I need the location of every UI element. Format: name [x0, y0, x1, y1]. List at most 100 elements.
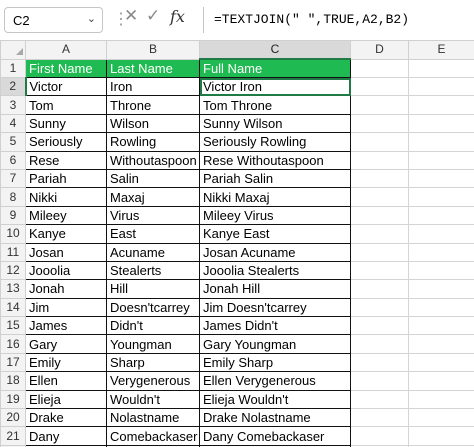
cell-e[interactable] [408, 408, 474, 428]
cell-b[interactable]: Withoutaspoon [106, 150, 200, 170]
cell-d[interactable] [350, 205, 409, 226]
cell-d[interactable] [350, 316, 409, 336]
cell-d[interactable] [350, 426, 409, 446]
cell-e[interactable] [408, 76, 474, 97]
cell-d[interactable] [350, 168, 409, 189]
cell-e[interactable] [408, 426, 474, 446]
cell-e[interactable] [408, 334, 474, 354]
cell-c[interactable]: Drake Nolastname [199, 408, 351, 428]
cell-a[interactable]: Gary [25, 334, 107, 354]
cell-e[interactable] [408, 242, 474, 262]
cell-b[interactable]: Throne [106, 95, 200, 115]
cell-d[interactable] [350, 132, 409, 152]
cell-b[interactable]: Wilson [106, 113, 200, 134]
cell-d[interactable] [350, 297, 409, 318]
row-number[interactable]: 19 [0, 389, 26, 410]
column-header-b[interactable]: B [106, 40, 200, 60]
cell-c[interactable]: Jooolia Stealerts [199, 260, 351, 281]
cell-d[interactable] [350, 279, 409, 299]
cell-d[interactable] [350, 260, 409, 281]
cell-a[interactable]: Drake [25, 408, 107, 428]
cell-b[interactable]: Doesn'tcarrey [106, 297, 200, 318]
cell-c[interactable]: Ellen Verygenerous [199, 371, 351, 391]
cell-a[interactable]: James [25, 316, 107, 336]
cell-b[interactable]: Iron [106, 76, 200, 97]
column-header-a[interactable]: A [25, 40, 107, 60]
cell-b[interactable]: Salin [106, 168, 200, 189]
cell-b[interactable]: Virus [106, 205, 200, 226]
row-number[interactable]: 11 [0, 242, 26, 262]
cell-b[interactable]: Nolastname [106, 408, 200, 428]
name-box[interactable]: C2 ⌄ [4, 7, 103, 33]
cell-c[interactable]: Sunny Wilson [199, 113, 351, 134]
cell-b[interactable]: Youngman [106, 334, 200, 354]
cell-e[interactable] [408, 168, 474, 189]
row-number[interactable]: 16 [0, 334, 26, 354]
cell-d[interactable] [350, 334, 409, 354]
cell-a[interactable]: Kanye [25, 224, 107, 244]
cell-b[interactable]: East [106, 224, 200, 244]
cell-d[interactable] [350, 371, 409, 391]
cell-d[interactable] [350, 113, 409, 134]
cell-c[interactable]: Seriously Rowling [199, 132, 351, 152]
cell-b[interactable]: Last Name [106, 58, 200, 78]
row-number[interactable]: 3 [0, 95, 26, 115]
row-number[interactable]: 4 [0, 113, 26, 134]
row-number[interactable]: 18 [0, 371, 26, 391]
row-number[interactable]: 8 [0, 187, 26, 207]
cell-e[interactable] [408, 260, 474, 281]
cell-c[interactable]: Rese Withoutaspoon [199, 150, 351, 170]
cell-d[interactable] [350, 389, 409, 410]
cell-e[interactable] [408, 316, 474, 336]
cell-c[interactable]: Full Name [199, 58, 351, 78]
cell-c[interactable]: James Didn't [199, 316, 351, 336]
cell-c[interactable]: Mileey Virus [199, 205, 351, 226]
select-all-corner[interactable] [0, 40, 26, 60]
column-header-c[interactable]: C [199, 40, 351, 60]
cell-d[interactable] [350, 224, 409, 244]
cell-a[interactable]: Tom [25, 95, 107, 115]
cell-b[interactable]: Maxaj [106, 187, 200, 207]
cell-c[interactable]: Pariah Salin [199, 168, 351, 189]
cell-c[interactable]: Tom Throne [199, 95, 351, 115]
cell-a[interactable]: Dany [25, 426, 107, 446]
cell-d[interactable] [350, 242, 409, 262]
cell-b[interactable]: Acuname [106, 242, 200, 262]
fx-icon[interactable]: fx [170, 7, 185, 26]
cell-b[interactable]: Wouldn't [106, 389, 200, 410]
cell-e[interactable] [408, 389, 474, 410]
row-number[interactable]: 17 [0, 352, 26, 373]
cell-b[interactable]: Hill [106, 279, 200, 299]
cell-b[interactable]: Sharp [106, 352, 200, 373]
cell-a[interactable]: Nikki [25, 187, 107, 207]
cell-a[interactable]: First Name [25, 58, 107, 78]
cell-a[interactable]: Sunny [25, 113, 107, 134]
cell-e[interactable] [408, 224, 474, 244]
row-number[interactable]: 21 [0, 426, 26, 446]
cell-c[interactable]: Josan Acuname [199, 242, 351, 262]
cell-a[interactable]: Rese [25, 150, 107, 170]
cell-a[interactable]: Jooolia [25, 260, 107, 281]
cell-e[interactable] [408, 297, 474, 318]
cell-c[interactable]: Victor Iron [199, 76, 351, 97]
row-number[interactable]: 20 [0, 408, 26, 428]
cell-a[interactable]: Jim [25, 297, 107, 318]
chevron-down-icon[interactable]: ⌄ [87, 12, 96, 25]
cell-d[interactable] [350, 187, 409, 207]
cell-e[interactable] [408, 352, 474, 373]
row-number[interactable]: 1 [0, 58, 26, 78]
cell-e[interactable] [408, 371, 474, 391]
cell-b[interactable]: Rowling [106, 132, 200, 152]
cell-c[interactable]: Dany Comebackaser [199, 426, 351, 446]
cell-d[interactable] [350, 58, 409, 78]
cell-a[interactable]: Ellen [25, 371, 107, 391]
cell-a[interactable]: Elieja [25, 389, 107, 410]
row-number[interactable]: 10 [0, 224, 26, 244]
cell-a[interactable]: Mileey [25, 205, 107, 226]
cell-b[interactable]: Stealerts [106, 260, 200, 281]
row-number[interactable]: 13 [0, 279, 26, 299]
cell-e[interactable] [408, 187, 474, 207]
formula-input[interactable]: =TEXTJOIN(" ",TRUE,A2,B2) [203, 7, 474, 33]
check-icon[interactable]: ✓ [146, 6, 160, 26]
cell-a[interactable]: Josan [25, 242, 107, 262]
